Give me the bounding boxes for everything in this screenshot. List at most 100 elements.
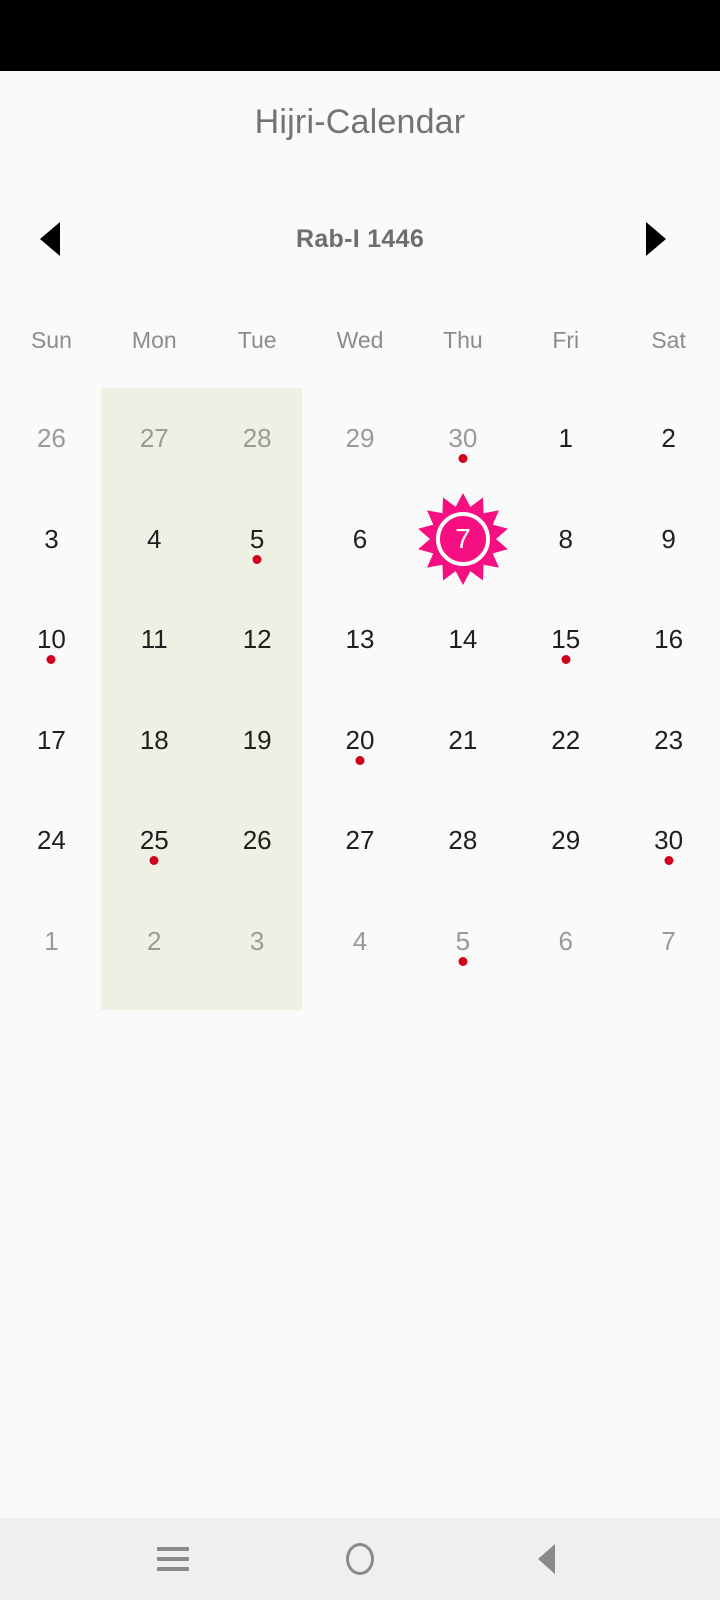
event-indicator-dot (458, 956, 468, 966)
calendar-day-cell[interactable]: 10 (0, 589, 103, 690)
calendar-day-cell[interactable]: 1 (514, 388, 617, 489)
hijri-calendar-app: Hijri-Calendar Rab-I 1446 Sun Mon Tue Wed Th… (0, 0, 720, 1600)
day-number: 27 (345, 825, 375, 856)
calendar-week-row: 24 25 26 27 28 29 30 (0, 790, 720, 891)
calendar-day-cell[interactable]: 14 (411, 589, 514, 690)
event-indicator-dot (561, 655, 571, 665)
calendar-day-cell[interactable]: 20 (309, 690, 412, 791)
calendar-day-cell[interactable]: 18 (103, 690, 206, 791)
calendar-day-cell[interactable]: 7 (617, 891, 720, 992)
calendar-day-cell[interactable]: 12 (206, 589, 309, 690)
day-number: 26 (242, 825, 272, 856)
day-number: 10 (36, 624, 66, 655)
calendar-day-cell[interactable]: 21 (411, 690, 514, 791)
day-number: 1 (44, 925, 59, 956)
current-month-label: Rab-I 1446 (295, 225, 425, 253)
event-indicator-dot (252, 554, 262, 564)
day-number: 28 (242, 423, 272, 454)
circle-icon (345, 1543, 374, 1575)
calendar-day-cell[interactable]: 6 (514, 891, 617, 992)
next-month-button[interactable] (620, 208, 692, 270)
day-number: 25 (139, 825, 169, 856)
weekday-label-wed: Wed (336, 327, 384, 353)
calendar-day-cell[interactable]: 7 (411, 489, 514, 590)
day-number: 17 (36, 724, 66, 755)
calendar-day-cell[interactable]: 5 (206, 489, 309, 590)
day-number: 22 (551, 724, 581, 755)
calendar-day-cell[interactable]: 3 (206, 891, 309, 992)
day-number: 12 (242, 624, 272, 655)
calendar-day-cell[interactable]: 3 (0, 489, 103, 590)
day-number: 30 (448, 423, 478, 454)
calendar-day-cell[interactable]: 30 (617, 790, 720, 891)
day-number: 13 (345, 624, 375, 655)
calendar-day-cell[interactable]: 8 (514, 489, 617, 590)
calendar-day-cell[interactable]: 15 (514, 589, 617, 690)
event-indicator-dot (355, 755, 365, 765)
day-number: 7 (661, 925, 676, 956)
calendar-day-cell[interactable]: 23 (617, 690, 720, 791)
calendar-day-cell[interactable]: 19 (206, 690, 309, 791)
calendar-week-row: 10 11 12 13 14 15 16 (0, 589, 720, 690)
day-number: 11 (140, 624, 168, 655)
event-indicator-dot (664, 856, 674, 866)
day-number: 14 (448, 624, 478, 655)
calendar-day-cell[interactable]: 4 (309, 891, 412, 992)
hamburger-icon (157, 1547, 190, 1571)
calendar-day-cell[interactable]: 4 (103, 489, 206, 590)
calendar-day-cell[interactable]: 25 (103, 790, 206, 891)
calendar-day-cell[interactable]: 29 (514, 790, 617, 891)
triangle-left-icon (40, 222, 60, 256)
weekday-header-row: Sun Mon Tue Wed Thu Fri Sat (0, 314, 720, 366)
day-number: 4 (352, 925, 368, 956)
calendar-day-cell[interactable]: 26 (206, 790, 309, 891)
weekday-label-mon: Mon (131, 327, 177, 353)
previous-month-button[interactable] (14, 208, 86, 270)
calendar-day-cell[interactable]: 24 (0, 790, 103, 891)
calendar-day-cell[interactable]: 2 (617, 388, 720, 489)
calendar-day-cell[interactable]: 22 (514, 690, 617, 791)
home-button[interactable] (315, 1518, 405, 1600)
calendar-day-cell[interactable]: 27 (103, 388, 206, 489)
triangle-back-icon (538, 1544, 556, 1574)
day-number: 5 (455, 925, 471, 956)
day-number: 7 (455, 522, 471, 554)
calendar-day-cell[interactable]: 30 (411, 388, 514, 489)
calendar-day-cell[interactable]: 27 (309, 790, 412, 891)
calendar-day-cell[interactable]: 2 (103, 891, 206, 992)
calendar-day-cell[interactable]: 9 (617, 489, 720, 590)
calendar-day-cell[interactable]: 17 (0, 690, 103, 791)
weekday-label-fri: Fri (552, 327, 580, 353)
calendar-day-cell[interactable]: 13 (309, 589, 412, 690)
day-number: 29 (551, 825, 581, 856)
day-number: 8 (558, 523, 573, 554)
calendar-day-cell[interactable]: 28 (206, 388, 309, 489)
calendar-day-cell[interactable]: 28 (411, 790, 514, 891)
status-bar (0, 0, 720, 71)
back-button[interactable] (502, 1518, 592, 1600)
calendar-week-row: 26 27 28 29 30 1 2 (0, 388, 720, 489)
day-number: 2 (147, 925, 162, 956)
calendar-grid: 26 27 28 29 30 1 2 3 4 5 6 7 8 9 10 11 12 13 14 15 16 17 18 19 2… (0, 388, 720, 1010)
weekday-label-sat: Sat (651, 327, 686, 353)
day-number: 30 (654, 825, 684, 856)
calendar-day-cell[interactable]: 5 (411, 891, 514, 992)
day-number: 19 (242, 724, 272, 755)
recents-button[interactable] (128, 1518, 218, 1600)
calendar-weeks: 26 27 28 29 30 1 2 3 4 5 6 7 8 9 10 11 12 13 14 15 16 17 18 19 2… (0, 388, 720, 1010)
calendar-day-cell[interactable]: 6 (309, 489, 412, 590)
day-number: 28 (448, 825, 478, 856)
calendar-week-row: 3 4 5 6 7 8 9 (0, 489, 720, 590)
calendar-day-cell[interactable]: 29 (309, 388, 412, 489)
day-number: 29 (345, 423, 375, 454)
calendar-week-row: 17 18 19 20 21 22 23 (0, 690, 720, 791)
day-number: 3 (249, 925, 265, 956)
calendar-day-cell[interactable]: 1 (0, 891, 103, 992)
calendar-day-cell[interactable]: 26 (0, 388, 103, 489)
calendar-day-cell[interactable]: 16 (617, 589, 720, 690)
day-number: 21 (448, 724, 478, 755)
calendar-day-cell[interactable]: 11 (103, 589, 206, 690)
day-number: 6 (558, 925, 573, 956)
day-number: 18 (139, 724, 169, 755)
day-number: 6 (352, 523, 368, 554)
